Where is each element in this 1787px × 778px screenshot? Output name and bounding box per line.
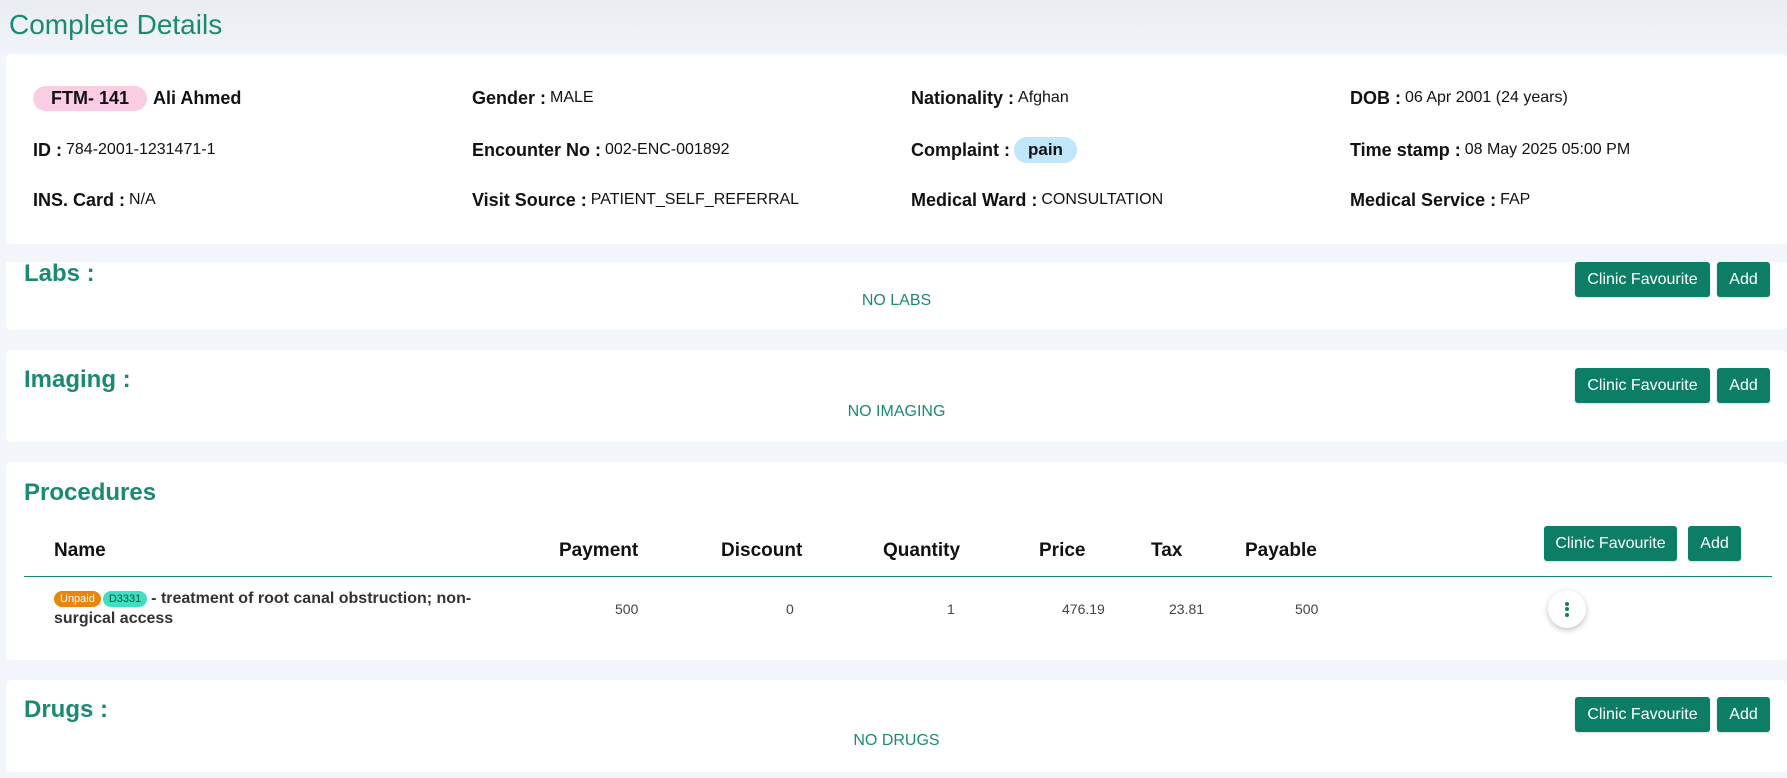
imaging-title: Imaging : — [24, 366, 131, 393]
timestamp-value: 08 May 2025 05:00 PM — [1464, 141, 1631, 158]
imaging-clinic-favourite-button[interactable]: Clinic Favourite — [1575, 368, 1710, 403]
id-value: 784-2001-1231471-1 — [66, 141, 216, 158]
page-title: Complete Details — [9, 9, 223, 40]
visit-source-label: Visit Source : — [472, 189, 587, 210]
procedures-clinic-favourite-button[interactable]: Clinic Favourite — [1544, 526, 1677, 561]
nationality-label: Nationality : — [911, 87, 1015, 108]
gender-value: MALE — [550, 89, 594, 106]
imaging-add-button[interactable]: Add — [1717, 368, 1770, 403]
header-background — [0, 0, 1787, 60]
column-header-name: Name — [54, 540, 106, 561]
info-row-3: INS. Card : N/A Visit Source : PATIENT_S… — [6, 186, 1787, 214]
column-header-discount: Discount — [721, 540, 803, 561]
ins-card-field: INS. Card : N/A — [33, 186, 156, 214]
medical-ward-field: Medical Ward : CONSULTATION — [911, 186, 1163, 214]
gender-field: Gender : MALE — [472, 84, 594, 112]
info-row-1: FTM- 141 Ali Ahmed Gender : MALE Nationa… — [6, 84, 1787, 112]
payment-status-badge: Unpaid — [54, 591, 101, 608]
dob-value: 06 Apr 2001 (24 years) — [1405, 89, 1568, 106]
visit-source-value: PATIENT_SELF_REFERRAL — [590, 191, 800, 208]
imaging-empty-message: NO IMAGING — [847, 403, 946, 420]
discount-cell: 0 — [786, 601, 794, 617]
labs-title: Labs : — [24, 260, 95, 287]
drugs-clinic-favourite-button[interactable]: Clinic Favourite — [1575, 697, 1710, 732]
quantity-cell: 1 — [947, 601, 955, 617]
timestamp-label: Time stamp : — [1350, 139, 1461, 160]
procedure-code-badge: D3331 — [102, 591, 148, 608]
labs-add-button[interactable]: Add — [1717, 262, 1770, 297]
patient-identity: FTM- 141 Ali Ahmed — [33, 84, 241, 112]
gender-label: Gender : — [472, 87, 547, 108]
encounter-label: Encounter No : — [472, 139, 601, 160]
ins-card-value: N/A — [129, 191, 156, 208]
drugs-add-button[interactable]: Add — [1717, 697, 1770, 732]
labs-section: Labs : NO LABS Clinic Favourite Add — [6, 260, 1787, 330]
drugs-title: Drugs : — [24, 696, 108, 723]
medical-service-label: Medical Service : — [1350, 189, 1497, 210]
drugs-empty-message: NO DRUGS — [853, 732, 940, 749]
imaging-section: Imaging : NO IMAGING Clinic Favourite Ad… — [6, 350, 1787, 442]
column-header-quantity: Quantity — [883, 540, 961, 561]
nationality-value: Afghan — [1018, 89, 1069, 106]
column-header-price: Price — [1039, 540, 1086, 561]
medical-service-field: Medical Service : FAP — [1350, 186, 1530, 214]
drugs-section: Drugs : NO DRUGS Clinic Favourite Add — [6, 680, 1787, 772]
ftm-badge: FTM- 141 — [33, 85, 148, 111]
price-cell: 476.19 — [1062, 601, 1105, 617]
timestamp-field: Time stamp : 08 May 2025 05:00 PM — [1350, 136, 1630, 164]
procedure-name-line1: - treatment of root canal obstruction; n… — [151, 590, 472, 607]
kebab-menu-icon[interactable] — [1548, 590, 1586, 628]
encounter-field: Encounter No : 002-ENC-001892 — [472, 136, 730, 164]
info-row-2: ID : 784-2001-1231471-1 Encounter No : 0… — [6, 136, 1787, 164]
patient-name: Ali Ahmed — [153, 87, 242, 108]
payable-cell: 500 — [1295, 601, 1319, 617]
payment-cell: 500 — [615, 601, 639, 617]
labs-empty-message: NO LABS — [861, 292, 932, 309]
dob-label: DOB : — [1350, 87, 1401, 108]
ins-card-label: INS. Card : — [33, 189, 126, 210]
procedures-title: Procedures — [24, 479, 157, 506]
nationality-field: Nationality : Afghan — [911, 84, 1069, 112]
id-field: ID : 784-2001-1231471-1 — [33, 136, 215, 164]
procedure-name-line2: surgical access — [54, 610, 174, 627]
complaint-badge: pain — [1014, 137, 1077, 163]
procedures-add-button[interactable]: Add — [1688, 526, 1741, 561]
complaint-label: Complaint : — [911, 139, 1010, 160]
dob-field: DOB : 06 Apr 2001 (24 years) — [1350, 84, 1568, 112]
patient-info-card: FTM- 141 Ali Ahmed Gender : MALE Nationa… — [6, 54, 1787, 244]
encounter-value: 002-ENC-001892 — [605, 141, 730, 158]
table-header-divider — [24, 576, 1772, 577]
column-header-payable: Payable — [1245, 540, 1317, 561]
medical-ward-value: CONSULTATION — [1041, 191, 1164, 208]
labs-clinic-favourite-button[interactable]: Clinic Favourite — [1575, 262, 1710, 297]
medical-ward-label: Medical Ward : — [911, 189, 1038, 210]
procedure-name-cell: Unpaid D3331 - treatment of root canal ob… — [54, 590, 471, 608]
tax-cell: 23.81 — [1169, 601, 1205, 617]
complaint-field: Complaint : pain — [911, 136, 1077, 164]
medical-service-value: FAP — [1500, 191, 1531, 208]
column-header-payment: Payment — [559, 540, 639, 561]
id-label: ID : — [33, 139, 62, 160]
column-header-tax: Tax — [1151, 540, 1183, 561]
visit-source-field: Visit Source : PATIENT_SELF_REFERRAL — [472, 186, 799, 214]
